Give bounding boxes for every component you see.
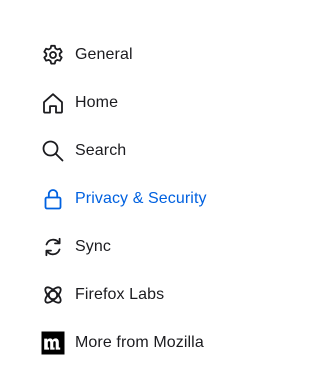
sidebar-item-label: Search [75, 142, 127, 159]
sync-icon [38, 232, 68, 262]
sidebar-item-label: More from Mozilla [75, 334, 204, 351]
sidebar-item-firefox-labs[interactable]: Firefox Labs [38, 277, 258, 313]
sidebar-item-label: Sync [75, 238, 111, 255]
home-icon [38, 88, 68, 118]
sidebar-item-privacy-security[interactable]: Privacy & Security [38, 181, 258, 217]
sidebar-item-home[interactable]: Home [38, 85, 258, 121]
sidebar-item-label: Firefox Labs [75, 286, 165, 303]
sidebar-item-label: Home [75, 94, 119, 111]
sidebar-item-label: General [75, 46, 133, 63]
sidebar-item-general[interactable]: General [38, 37, 258, 73]
lock-icon [38, 184, 68, 214]
gear-icon [38, 40, 68, 70]
search-icon [38, 136, 68, 166]
sidebar-item-search[interactable]: Search [38, 133, 258, 169]
sidebar-item-label: Privacy & Security [75, 190, 207, 207]
settings-sidebar: General Home Search Privacy & Security S… [0, 0, 279, 384]
mozilla-logo-icon [38, 328, 68, 358]
sidebar-item-more-from-mozilla[interactable]: More from Mozilla [38, 325, 258, 361]
labs-atom-icon [38, 280, 68, 310]
sidebar-item-sync[interactable]: Sync [38, 229, 258, 265]
